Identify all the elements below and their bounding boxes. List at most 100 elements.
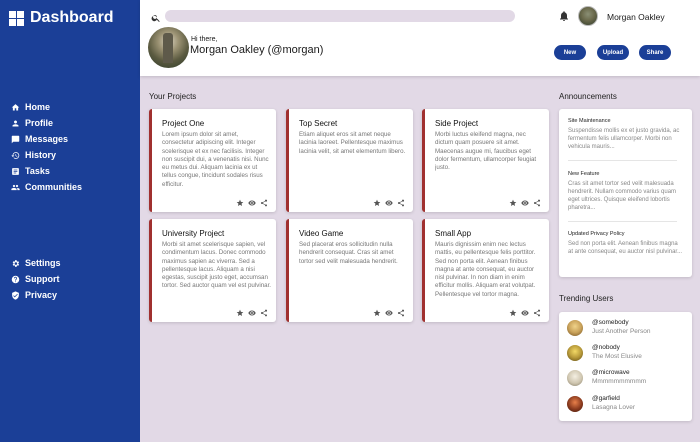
- project-description: Etiam aliquet eros sit amet neque lacini…: [299, 131, 406, 155]
- sidebar-item-label: History: [25, 150, 57, 160]
- search-icon[interactable]: [151, 10, 161, 22]
- bell-icon[interactable]: [558, 9, 570, 21]
- sidebar-item-label: Support: [25, 274, 60, 284]
- star-icon[interactable]: [373, 199, 381, 207]
- gear-icon: [11, 259, 20, 268]
- project-actions: [236, 309, 268, 317]
- project-description: Sed placerat eros sollicitudin nulla hen…: [299, 241, 398, 265]
- announcement-title: Site Maintenance: [568, 118, 611, 124]
- sidebar-item-privacy[interactable]: Privacy: [11, 287, 61, 303]
- project-title: Top Secret: [299, 119, 338, 128]
- project-description: Mauris dignissim enim nec lectus mattis,…: [435, 241, 536, 298]
- dashboard-icon: [9, 10, 24, 26]
- sidebar-item-label: Messages: [25, 134, 69, 144]
- star-icon[interactable]: [373, 309, 381, 317]
- user-handle: @garfield: [592, 395, 620, 402]
- brand[interactable]: Dashboard: [9, 9, 114, 27]
- star-icon[interactable]: [236, 199, 244, 207]
- nav-main: Home Profile Messages History Tasks Comm…: [11, 99, 82, 195]
- divider: [568, 160, 677, 161]
- user-tagline: Mmmmmmmmmm: [592, 377, 647, 385]
- avatar: [567, 395, 583, 412]
- eye-icon[interactable]: [248, 199, 256, 207]
- new-button[interactable]: New: [554, 45, 586, 60]
- eye-icon[interactable]: [385, 309, 393, 317]
- trending-user[interactable]: @garfield Lasagna Lover: [567, 395, 635, 412]
- eye-icon[interactable]: [248, 309, 256, 317]
- eye-icon[interactable]: [521, 199, 529, 207]
- sidebar-item-history[interactable]: History: [11, 147, 82, 163]
- avatar: [567, 369, 583, 386]
- announcement-item[interactable]: Updated Privacy Policy Sed non porta eli…: [568, 231, 684, 256]
- announcement-item[interactable]: Site Maintenance Suspendisse mollis ex e…: [568, 118, 684, 151]
- announcement-text: Suspendisse mollis ex et justo gravida, …: [568, 128, 680, 150]
- sidebar-item-label: Home: [25, 102, 51, 112]
- trending-user[interactable]: @nobody The Most Elusive: [567, 344, 642, 361]
- star-icon[interactable]: [509, 309, 517, 317]
- user-handle: @nobody: [592, 344, 620, 351]
- project-description: Morbi sit amet scelerisque sapien, vel c…: [162, 241, 272, 290]
- project-actions: [373, 309, 405, 317]
- profile-avatar: [148, 27, 189, 68]
- tasks-icon: [11, 167, 20, 176]
- trending-user[interactable]: @somebody Just Another Person: [567, 319, 651, 336]
- share-icon[interactable]: [533, 199, 541, 207]
- project-actions: [509, 309, 541, 317]
- trending-title: Trending Users: [559, 294, 614, 303]
- share-icon[interactable]: [533, 309, 541, 317]
- sidebar-item-communities[interactable]: Communities: [11, 179, 82, 195]
- sidebar-item-support[interactable]: Support: [11, 271, 61, 287]
- project-card[interactable]: Project One Lorem ipsum dolor sit amet, …: [149, 109, 276, 212]
- project-actions: [373, 199, 405, 207]
- sidebar-item-label: Settings: [25, 258, 61, 268]
- share-icon[interactable]: [397, 309, 405, 317]
- project-actions: [236, 199, 268, 207]
- project-card[interactable]: University Project Morbi sit amet sceler…: [149, 219, 276, 322]
- trending-user[interactable]: @microwave Mmmmmmmmmm: [567, 369, 646, 386]
- project-card[interactable]: Small App Mauris dignissim enim nec lect…: [422, 219, 549, 322]
- sidebar-item-settings[interactable]: Settings: [11, 255, 61, 271]
- person-icon: [11, 119, 20, 128]
- share-icon[interactable]: [260, 309, 268, 317]
- project-card[interactable]: Side Project Morbi luctus eleifend magna…: [422, 109, 549, 212]
- share-icon[interactable]: [397, 199, 405, 207]
- user-tagline: Just Another Person: [592, 327, 651, 335]
- sidebar-item-tasks[interactable]: Tasks: [11, 163, 82, 179]
- search-input[interactable]: [165, 10, 515, 22]
- share-button[interactable]: Share: [639, 45, 671, 60]
- user-tagline: Lasagna Lover: [592, 403, 636, 411]
- star-icon[interactable]: [236, 309, 244, 317]
- avatar: [567, 344, 583, 361]
- announcements-title: Announcements: [559, 92, 617, 101]
- nav-secondary: Settings Support Privacy: [11, 255, 61, 303]
- header-user-name[interactable]: Morgan Oakley: [607, 12, 665, 22]
- user-tagline: The Most Elusive: [592, 352, 642, 360]
- project-card[interactable]: Video Game Sed placerat eros sollicitudi…: [286, 219, 413, 322]
- sidebar-item-label: Profile: [25, 118, 54, 128]
- avatar: [567, 319, 583, 336]
- project-description: Lorem ipsum dolor sit amet, consectetur …: [162, 131, 269, 188]
- shield-icon: [11, 290, 20, 300]
- project-title: University Project: [162, 229, 225, 238]
- eye-icon[interactable]: [521, 309, 529, 317]
- share-icon[interactable]: [260, 199, 268, 207]
- project-card[interactable]: Top Secret Etiam aliquet eros sit amet n…: [286, 109, 413, 212]
- announcement-item[interactable]: New Feature Cras sit amet tortor sed vel…: [568, 171, 684, 212]
- project-title: Small App: [435, 229, 472, 238]
- sidebar-item-messages[interactable]: Messages: [11, 131, 82, 147]
- sidebar-item-home[interactable]: Home: [11, 99, 82, 115]
- sidebar: Dashboard Home Profile Messages History …: [0, 0, 140, 442]
- project-title: Project One: [162, 119, 205, 128]
- greeting-name: Morgan Oakley (@morgan): [190, 44, 324, 56]
- announcement-title: Updated Privacy Policy: [568, 231, 625, 237]
- project-title: Video Game: [299, 229, 344, 238]
- user-handle: @somebody: [592, 319, 629, 326]
- eye-icon[interactable]: [385, 199, 393, 207]
- upload-button[interactable]: Upload: [597, 45, 629, 60]
- star-icon[interactable]: [509, 199, 517, 207]
- greeting: Hi there,: [191, 36, 218, 43]
- projects-title: Your Projects: [149, 92, 197, 101]
- avatar[interactable]: [578, 6, 598, 26]
- user-handle: @microwave: [592, 369, 630, 376]
- sidebar-item-profile[interactable]: Profile: [11, 115, 82, 131]
